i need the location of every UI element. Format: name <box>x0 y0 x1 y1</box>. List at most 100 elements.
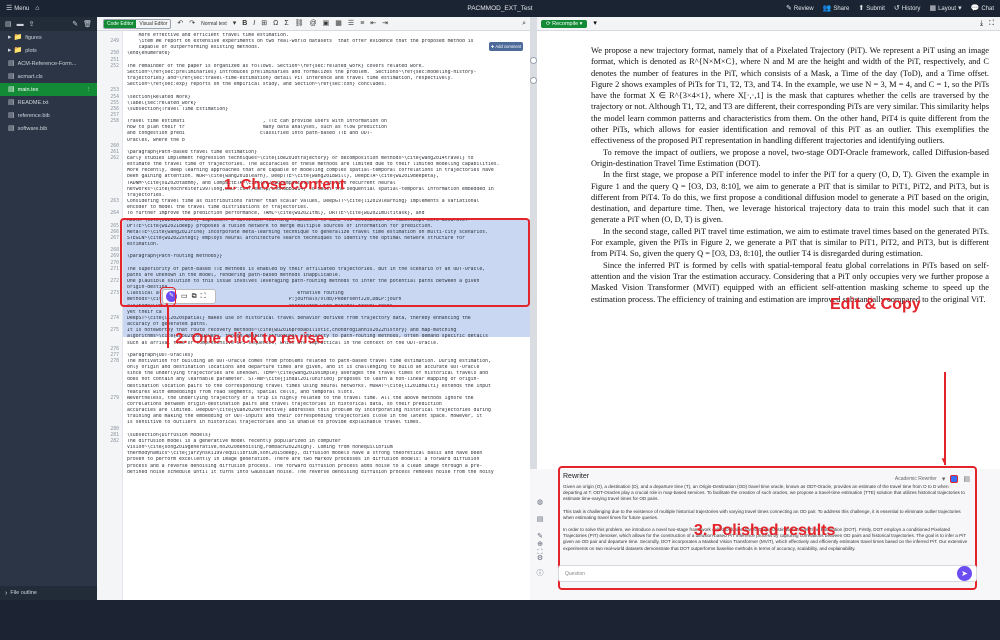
math-icon[interactable]: Ω <box>273 20 278 27</box>
comment-icon[interactable]: ▭ <box>181 293 188 300</box>
add-comment-button[interactable]: ✚ Add comment <box>489 42 523 51</box>
code-line[interactable]: process and a reverse denoising diffusio… <box>127 464 523 470</box>
code-line[interactable]: correlations between origin-destination … <box>127 402 523 408</box>
code-line[interactable] <box>127 144 523 150</box>
code-line[interactable] <box>127 88 523 94</box>
menu-button[interactable]: ☰ Menu <box>6 5 29 12</box>
outdent-icon[interactable]: ⇤ <box>370 20 376 27</box>
new-file-icon[interactable]: ▤ <box>5 21 12 28</box>
code-line[interactable]: \label{sec:related_work} <box>127 101 523 107</box>
sidebar-item-figures[interactable]: ▸ 📁 figures <box>0 31 97 44</box>
indent-icon[interactable]: ⇥ <box>382 20 388 27</box>
code-line[interactable]: more effective and efficient travel time… <box>127 33 523 39</box>
recompile-button[interactable]: ⟳ Recompile ▾ <box>541 19 588 28</box>
code-line[interactable]: training and making the embedding of ODT… <box>127 414 523 420</box>
rewrite-icon[interactable]: ✎ <box>537 532 543 540</box>
code-line[interactable]: vision~\cite{song2019generative,ho2020de… <box>127 445 523 451</box>
file-outline-toggle[interactable]: › File outline <box>0 586 97 600</box>
table-icon[interactable]: ▦ <box>335 20 342 27</box>
code-line[interactable]: Section~\ref{sec:exp} reports on the emp… <box>127 82 523 88</box>
home-icon[interactable]: ⌂ <box>35 5 39 12</box>
rewriter-output[interactable]: Given an origin (O), a destination (D), … <box>563 484 968 558</box>
sidebar-item-software-bib[interactable]: ▤ software.bib <box>0 122 97 135</box>
submit-button[interactable]: ⬆ Submit <box>858 5 885 12</box>
rename-icon[interactable]: ✎ <box>72 21 78 28</box>
delete-icon[interactable]: 🗑 <box>83 21 92 28</box>
ref-icon[interactable]: @ <box>310 20 317 27</box>
collapse-right-handle[interactable] <box>530 77 537 84</box>
code-line[interactable]: features with embeddings from road segme… <box>127 390 523 396</box>
code-line[interactable]: and congestion predi classified into pat… <box>127 131 523 137</box>
code-line[interactable]: how to plan their tr many data analyses,… <box>127 125 523 131</box>
code-line[interactable]: accuracies are limited. DeepOD~\cite{yua… <box>127 408 523 414</box>
sidebar-item-reference-bib[interactable]: ▤ reference.bib <box>0 109 97 122</box>
visual-editor-tab[interactable]: Visual Editor <box>136 20 170 28</box>
bold-icon[interactable]: B <box>242 20 247 27</box>
share-button[interactable]: 👥 Share <box>823 5 850 12</box>
code-line[interactable]: since the underlying trajectories are un… <box>127 371 523 377</box>
code-line[interactable]: \end{enumerate} <box>127 51 523 57</box>
code-line[interactable] <box>127 113 523 119</box>
code-line[interactable]: Oracles, where the b <box>127 138 523 144</box>
code-line[interactable]: trajectories. <box>127 193 523 199</box>
help-icon[interactable]: ⓘ <box>537 568 544 578</box>
collapse-left-handle[interactable] <box>530 57 537 64</box>
link-icon[interactable]: ⛓ <box>295 20 304 27</box>
code-line[interactable]: The diffusion model is a generative mode… <box>127 439 523 445</box>
code-line[interactable]: To further improve the prediction perfor… <box>127 211 523 217</box>
expand-icon[interactable]: ⛶ <box>201 293 206 300</box>
pdf-preview[interactable]: We propose a new trajectory format, name… <box>537 31 1000 469</box>
bullet-list-icon[interactable]: ☰ <box>348 20 354 27</box>
code-editor[interactable]: 249 250 251 252 253 254 255 256 257 258 260 261 262 2… <box>97 31 530 600</box>
code-line[interactable]: only origin and destination locations an… <box>127 365 523 371</box>
text-style-select[interactable]: Normal text <box>201 21 227 27</box>
code-line[interactable]: \paragraph{Path-based travel time estima… <box>127 150 523 156</box>
undo-icon[interactable]: ↶ <box>177 20 183 27</box>
code-line[interactable]: \subsection{Travel Time Estimation} <box>127 107 523 113</box>
sidebar-item-plots[interactable]: ▸ 📁 plots <box>0 44 97 57</box>
chevron-down-icon[interactable]: ▾ <box>593 20 597 27</box>
code-line[interactable]: proven to perform excellently in image g… <box>127 457 523 463</box>
code-line[interactable]: destination location pairs to the corres… <box>127 384 523 390</box>
code-line[interactable] <box>127 427 523 433</box>
code-line[interactable]: does not contain any learnable parameter… <box>127 377 523 383</box>
layout-button[interactable]: ▦ Layout ▾ <box>929 5 961 12</box>
review-button[interactable]: ✎ Review <box>786 5 814 12</box>
code-line[interactable]: thermodynamics~\cite{jarzynski1997equili… <box>127 451 523 457</box>
code-line[interactable]: encoder to model the travel time distrib… <box>127 205 523 211</box>
send-icon[interactable]: ➤ <box>957 566 972 581</box>
code-line[interactable]: Nevertheless, the underlying trajectory … <box>127 396 523 402</box>
redo-icon[interactable]: ↷ <box>189 20 195 27</box>
rewriter-mode-select[interactable]: Academic Rewriter <box>895 476 937 482</box>
sidebar-item-acm-reference-form-[interactable]: ▤ ACM-Reference-Form... <box>0 57 97 70</box>
section-icon[interactable]: ⊞ <box>261 20 267 27</box>
code-line[interactable]: estimate the travel time of trajectories… <box>127 162 523 168</box>
numbered-list-icon[interactable]: ≡ <box>360 20 364 27</box>
code-line[interactable]: The motivation for building an ODT-Oracl… <box>127 359 523 365</box>
sidebar-item-readme-txt[interactable]: ▤ README.txt <box>0 96 97 109</box>
more-options-icon[interactable]: ⋮ <box>86 87 92 93</box>
code-line[interactable]: More recently, deep learning approaches … <box>127 168 523 174</box>
code-line[interactable]: \section{Related Work} <box>127 95 523 101</box>
code-line[interactable]: The remainder of the paper is organized … <box>127 64 523 70</box>
settings-icon[interactable]: ⚙ <box>537 554 543 562</box>
chat-button[interactable]: 💬 Chat <box>971 5 994 12</box>
code-line[interactable]: yet their ca <box>127 310 523 316</box>
code-line[interactable]: \paragraph{ODT-Oracles} <box>127 353 523 359</box>
code-line[interactable]: trajectories} and~\ref{sec:travel-time-e… <box>127 76 523 82</box>
copy-icon[interactable]: ⧉ <box>192 293 197 300</box>
code-line[interactable]: DeepST~\cite{li2020spatial} makes use of… <box>127 316 523 322</box>
code-line[interactable] <box>127 58 523 64</box>
add-icon[interactable]: ⊕ <box>537 540 543 548</box>
code-line[interactable]: Travel time estimati , TTE can provide u… <box>127 119 523 125</box>
pdf-expand-icon[interactable]: ⛶ <box>989 20 994 27</box>
document-icon[interactable]: ▤ <box>537 515 544 523</box>
pdf-download-icon[interactable]: ⤓ <box>980 20 983 27</box>
code-line[interactable] <box>127 347 523 353</box>
code-line[interactable]: is sensitive to outliers in historical t… <box>127 420 523 426</box>
search-icon[interactable]: ⌕ <box>522 20 526 27</box>
image-icon[interactable]: ▣ <box>323 20 330 27</box>
clipboard-icon[interactable]: ▤ <box>963 476 970 483</box>
code-line[interactable]: \subsection{Diffusion Models} <box>127 433 523 439</box>
code-editor-tab[interactable]: Code Editor <box>104 19 137 28</box>
